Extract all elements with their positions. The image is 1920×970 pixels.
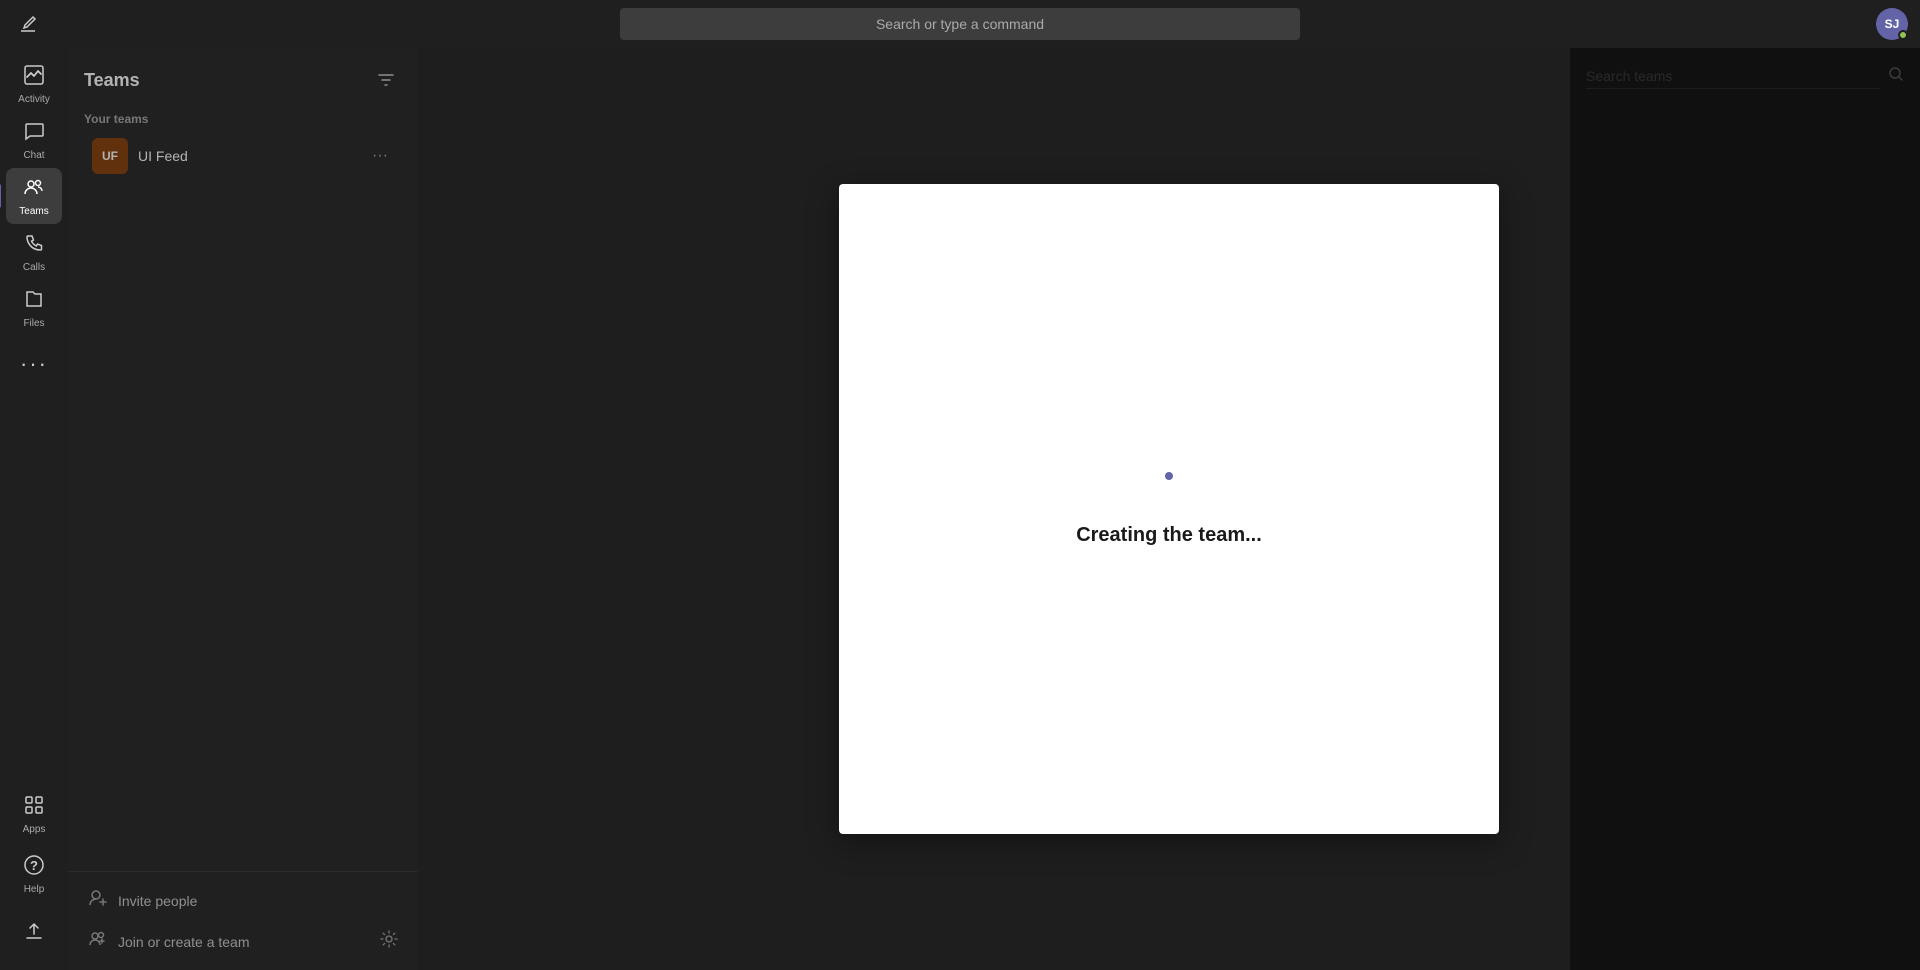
- teams-panel: Teams Your teams UF UI Feed ···: [68, 48, 418, 970]
- sidebar-item-teams[interactable]: Teams: [6, 168, 62, 224]
- team-item-ui-feed[interactable]: UF UI Feed ···: [76, 130, 410, 182]
- creating-team-modal: Creating the team...: [839, 184, 1499, 834]
- teams-icon: [23, 176, 45, 204]
- sidebar-label-calls: Calls: [23, 262, 45, 273]
- sidebar-label-chat: Chat: [23, 150, 44, 161]
- loading-spinner: [1155, 472, 1183, 500]
- creating-team-text: Creating the team...: [1076, 524, 1262, 547]
- sidebar-item-chat[interactable]: Chat: [6, 112, 62, 168]
- join-create-team-button[interactable]: Join or create a team: [84, 921, 402, 962]
- files-icon: [23, 288, 45, 316]
- main-layout: Activity Chat Teams: [0, 48, 1920, 970]
- sidebar: Activity Chat Teams: [0, 48, 68, 970]
- sidebar-item-calls[interactable]: Calls: [6, 224, 62, 280]
- avatar-status-badge: [1898, 30, 1908, 40]
- activity-icon: [23, 64, 45, 92]
- sidebar-label-activity: Activity: [18, 94, 50, 105]
- invite-people-label: Invite people: [118, 893, 197, 909]
- user-avatar[interactable]: SJ: [1876, 8, 1908, 40]
- teams-header: Teams: [68, 48, 418, 104]
- teams-panel-bottom: Invite people Join or create a team: [68, 871, 418, 970]
- help-icon: ?: [23, 854, 45, 882]
- sidebar-label-files: Files: [23, 318, 44, 329]
- join-create-icon: [88, 929, 108, 954]
- sidebar-item-upload[interactable]: [6, 906, 62, 962]
- join-create-label: Join or create a team: [118, 934, 250, 950]
- sidebar-label-help: Help: [24, 884, 45, 895]
- apps-icon: [23, 794, 45, 822]
- teams-title: Teams: [84, 70, 140, 91]
- sidebar-bottom: Apps ? Help: [6, 786, 62, 962]
- search-bar-placeholder: Search or type a command: [876, 16, 1044, 32]
- your-teams-label: Your teams: [68, 104, 418, 130]
- team-more-button[interactable]: ···: [366, 142, 394, 170]
- sidebar-label-apps: Apps: [23, 824, 46, 835]
- search-bar[interactable]: Search or type a command: [620, 8, 1300, 40]
- settings-icon[interactable]: [380, 930, 398, 953]
- invite-icon: [88, 888, 108, 913]
- content-area: Creating the team...: [418, 48, 1920, 970]
- sidebar-item-apps[interactable]: Apps: [6, 786, 62, 842]
- upload-icon: [23, 920, 45, 948]
- sidebar-item-help[interactable]: ? Help: [6, 846, 62, 902]
- spinner-dot: [1165, 472, 1173, 480]
- team-avatar-ui-feed: UF: [92, 138, 128, 174]
- calls-icon: [23, 232, 45, 260]
- chat-icon: [23, 120, 45, 148]
- svg-text:?: ?: [30, 858, 38, 873]
- filter-button[interactable]: [370, 64, 402, 96]
- top-bar: Search or type a command SJ: [0, 0, 1920, 48]
- sidebar-item-activity[interactable]: Activity: [6, 56, 62, 112]
- invite-people-button[interactable]: Invite people: [84, 880, 402, 921]
- compose-button[interactable]: [12, 8, 44, 40]
- modal-content: Creating the team...: [1076, 472, 1262, 547]
- team-name-ui-feed: UI Feed: [138, 148, 366, 164]
- modal-overlay: Creating the team...: [418, 48, 1920, 970]
- avatar-initials: SJ: [1885, 17, 1900, 31]
- sidebar-item-more[interactable]: ···: [6, 336, 62, 392]
- sidebar-label-teams: Teams: [19, 206, 48, 217]
- top-bar-right: SJ: [1876, 8, 1908, 40]
- more-icon: ···: [20, 351, 48, 377]
- top-bar-left: [12, 8, 392, 40]
- sidebar-item-files[interactable]: Files: [6, 280, 62, 336]
